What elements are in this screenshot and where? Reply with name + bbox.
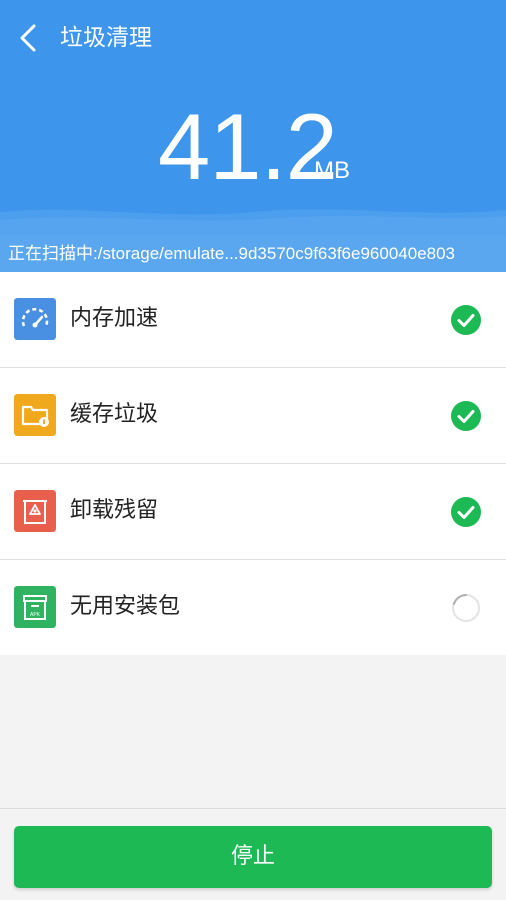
speedometer-icon xyxy=(14,298,56,340)
apk-tag: APK xyxy=(30,612,41,618)
wave-decoration xyxy=(0,209,506,240)
junk-size-unit: MB xyxy=(314,157,350,184)
scan-category-list: 内存加速 缓存垃圾 卸载残留 APK 无用安装包 xyxy=(0,272,506,655)
check-circle-icon xyxy=(451,497,481,527)
footer-divider xyxy=(0,808,506,809)
list-item-uninstall-residue[interactable]: 卸载残留 xyxy=(0,464,506,560)
check-circle-icon xyxy=(451,401,481,431)
page-title: 垃圾清理 xyxy=(60,25,152,51)
list-item-label: 卸载残留 xyxy=(70,498,159,523)
apk-box-icon: APK xyxy=(14,586,56,628)
list-item-apk[interactable]: APK 无用安装包 xyxy=(0,560,506,655)
stop-button[interactable]: 停止 xyxy=(14,826,492,888)
list-item-label: 缓存垃圾 xyxy=(70,402,159,427)
recycle-icon xyxy=(14,490,56,532)
scan-progress-text: 正在扫描中:/storage/emulate...9d3570c9f63f6e9… xyxy=(0,235,506,272)
junk-size: 41.2 MB xyxy=(0,92,506,202)
check-circle-icon xyxy=(451,305,481,335)
header: 垃圾清理 41.2 MB 正在扫描中:/storage/emulate...9d… xyxy=(0,0,506,272)
folder-cache-icon xyxy=(14,394,56,436)
loading-spinner-icon xyxy=(452,594,480,622)
list-item-cache[interactable]: 缓存垃圾 xyxy=(0,368,506,464)
chevron-left-icon[interactable] xyxy=(14,20,46,56)
list-item-label: 内存加速 xyxy=(70,306,159,331)
junk-size-value: 41.2 xyxy=(158,94,338,199)
list-item-label: 无用安装包 xyxy=(70,594,181,619)
list-item-memory[interactable]: 内存加速 xyxy=(0,272,506,368)
